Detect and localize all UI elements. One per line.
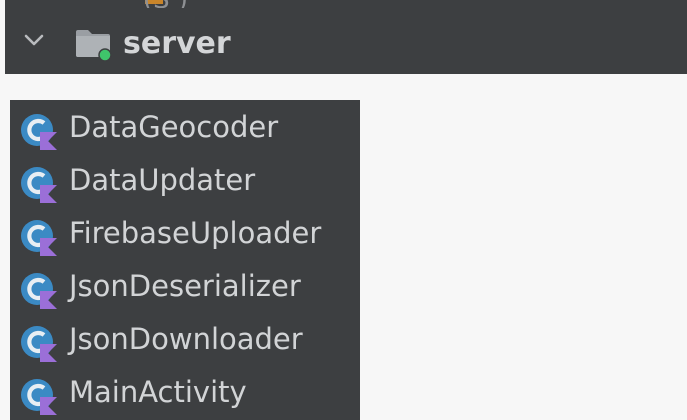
kotlin-class-icon [21,273,57,309]
folder-name[interactable]: server [123,22,231,66]
chevron-down-icon[interactable] [23,29,45,51]
class-item-mainactivity[interactable]: MainActivity [10,365,360,417]
kotlin-class-icon [21,114,57,150]
kotlin-class-icon [21,167,57,203]
class-item-jsondownloader[interactable]: JsonDownloader [10,312,360,364]
class-item-jsondeserializer[interactable]: JsonDeserializer [10,259,360,311]
kotlin-class-icon [21,379,57,415]
class-name: DataGeocoder [69,110,279,144]
cut-off-text: (S ) [143,0,188,8]
kotlin-class-icon [21,220,57,256]
class-name: FirebaseUploader [69,216,322,250]
class-item-firebaseuploader[interactable]: FirebaseUploader [10,206,360,258]
class-name: JsonDeserializer [69,269,301,303]
kotlin-class-icon [21,326,57,362]
folder-icon [76,30,112,62]
class-name: JsonDownloader [69,322,303,356]
class-name: DataUpdater [69,163,256,197]
class-item-datageocoder[interactable]: DataGeocoder [10,100,360,152]
class-item-dataupdater[interactable]: DataUpdater [10,153,360,205]
project-tree-folder-row[interactable]: (S ) server [5,0,687,74]
class-name: MainActivity [69,375,247,409]
class-list-panel: DataGeocoder DataUpdater FirebaseUploade… [10,100,360,420]
